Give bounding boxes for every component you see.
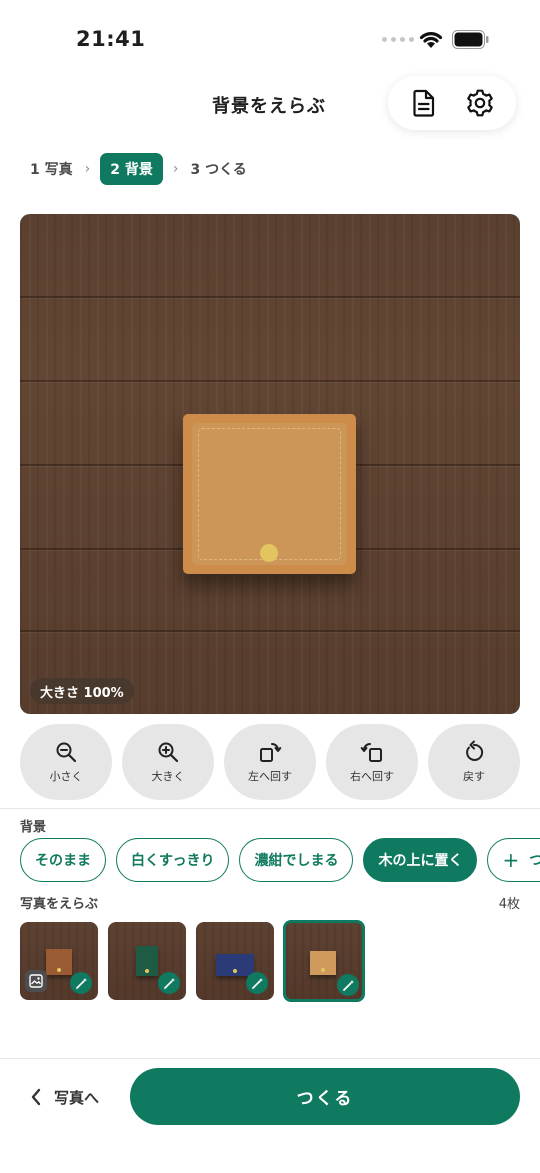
magic-wand-icon (337, 974, 359, 996)
rotate-left-label: 左へ回す (248, 770, 292, 783)
gear-icon (467, 89, 493, 117)
wood-plank-line (20, 380, 520, 382)
photo-subject (46, 949, 72, 975)
wood-plank-line (20, 630, 520, 632)
step-photo[interactable]: 1 写真 (28, 159, 75, 179)
magic-wand-icon (246, 972, 268, 994)
rotate-right-icon (360, 743, 382, 762)
background-section-label: 背景 (20, 820, 47, 835)
document-icon (413, 89, 435, 117)
product-card-stitch (198, 428, 341, 560)
status-time: 21:41 (76, 27, 146, 51)
photo-thumbnail[interactable] (20, 922, 98, 1000)
tool-bar: 小さく 大きく 左へ回す 右へ回す 戻す (20, 724, 520, 800)
photo-subject (136, 946, 158, 976)
status-bar: 21:41 (0, 0, 540, 70)
photo-thumbnail-selected[interactable] (283, 920, 365, 1002)
enlarge-button[interactable]: 大きく (122, 724, 214, 800)
photo-count: 4枚 (498, 897, 520, 912)
bg-option-navy[interactable]: 濃紺でしまる (239, 838, 354, 882)
photo-subject (216, 954, 254, 976)
shrink-button[interactable]: 小さく (20, 724, 112, 800)
battery-icon (452, 30, 489, 49)
bg-option-original[interactable]: そのまま (20, 838, 106, 882)
rotate-left-button[interactable]: 左へ回す (224, 724, 316, 800)
document-button[interactable] (404, 83, 444, 123)
preview-canvas[interactable]: 大きさ 100% (20, 214, 520, 714)
photo-thumbnail[interactable] (196, 922, 274, 1000)
rotate-right-button[interactable]: 右へ回す (326, 724, 418, 800)
wifi-icon (419, 32, 443, 48)
bg-option-add[interactable]: + つく (487, 838, 540, 882)
undo-label: 戻す (463, 770, 485, 783)
chevron-right-icon: › (172, 161, 179, 177)
plus-icon: + (502, 848, 520, 872)
size-indicator: 大きさ 100% (30, 678, 134, 704)
chevron-left-icon (31, 1088, 41, 1106)
zoom-in-icon (158, 742, 179, 763)
create-button-label: つくる (296, 1089, 354, 1109)
image-icon (25, 970, 47, 992)
zoom-out-icon (56, 742, 77, 763)
photo-thumbnails (20, 920, 520, 1002)
step-background[interactable]: 2 背景 (100, 153, 163, 185)
enlarge-label: 大きく (151, 770, 185, 783)
bg-option-add-label: つく (529, 853, 540, 869)
back-to-photos-button[interactable]: 写真へ (30, 1083, 99, 1111)
step-create[interactable]: 3 つくる (188, 159, 248, 179)
bg-option-wood[interactable]: 木の上に置く (363, 838, 478, 882)
photo-thumbnail[interactable] (108, 922, 186, 1000)
photo-subject (310, 951, 336, 975)
rotate-left-icon (260, 743, 282, 762)
wood-plank-line (20, 296, 520, 298)
bg-option-white[interactable]: 白くすっきり (116, 838, 230, 882)
shrink-label: 小さく (49, 770, 83, 783)
rotate-right-label: 右へ回す (350, 770, 394, 783)
product-card-button (260, 544, 278, 562)
magic-wand-icon (70, 972, 92, 994)
undo-button[interactable]: 戻す (428, 724, 520, 800)
chevron-right-icon: › (84, 161, 91, 177)
photos-section-label: 写真をえらぶ (20, 897, 99, 912)
header-actions (388, 76, 516, 130)
create-button[interactable]: つくる (130, 1068, 520, 1125)
undo-icon (466, 740, 484, 761)
cellular-signal-icon (382, 37, 414, 42)
background-options: そのまま 白くすっきり 濃紺でしまる 木の上に置く + つく (20, 838, 540, 882)
back-to-photos-label: 写真へ (54, 1088, 100, 1107)
footer-divider (0, 1058, 540, 1059)
product-card[interactable] (183, 414, 356, 574)
magic-wand-icon (158, 972, 180, 994)
section-divider (0, 808, 540, 809)
stepper: 1 写真 › 2 背景 › 3 つくる (28, 153, 249, 185)
page-title-text: 背景をえらぶ (212, 96, 326, 117)
settings-button[interactable] (460, 83, 500, 123)
